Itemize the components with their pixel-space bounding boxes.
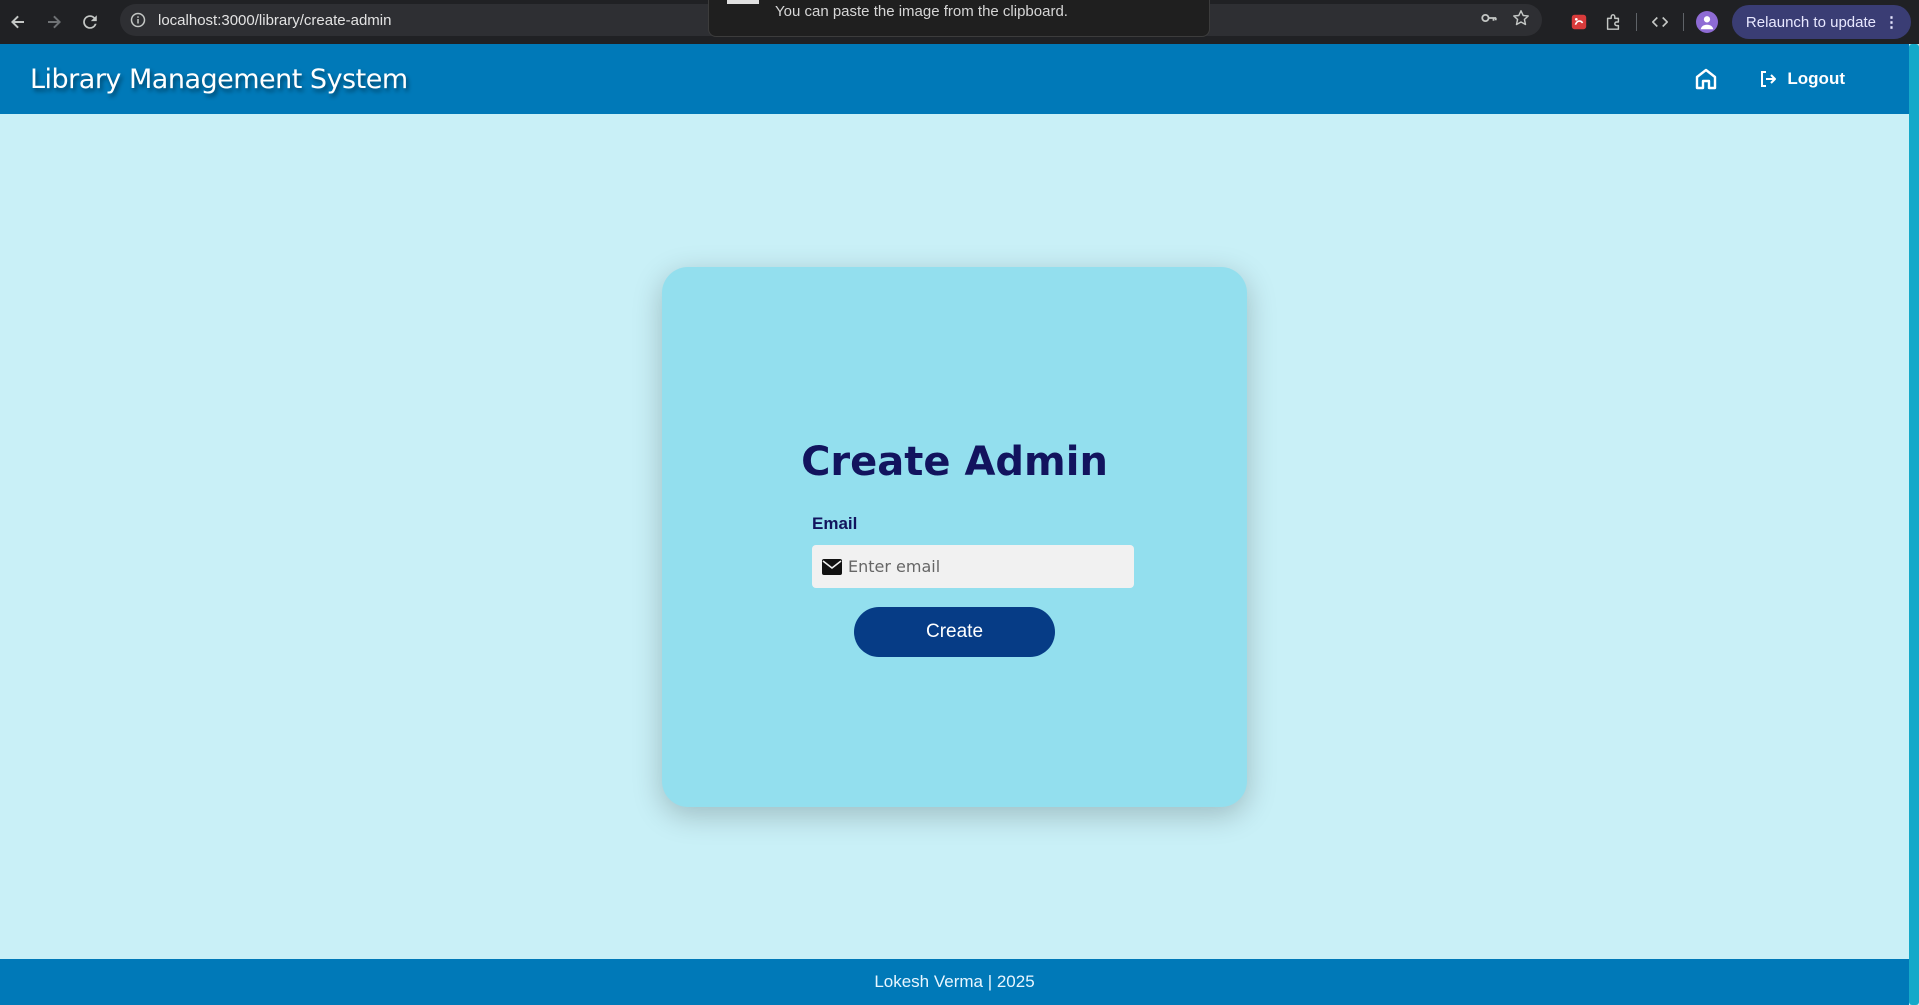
home-icon <box>1696 68 1717 90</box>
toolbar-divider <box>1682 13 1684 31</box>
email-input[interactable] <box>848 557 1118 576</box>
code-icon[interactable] <box>1643 5 1677 39</box>
brand-title[interactable]: Library Management System <box>30 64 408 95</box>
kebab-menu-icon: ⋮ <box>1884 14 1899 31</box>
footer: Lokesh Verma | 2025 <box>0 959 1909 1005</box>
key-icon[interactable] <box>1480 9 1498 31</box>
info-icon[interactable] <box>130 12 146 28</box>
logout-link[interactable]: Logout <box>1759 69 1845 89</box>
relaunch-label: Relaunch to update <box>1745 13 1876 31</box>
toast-message: You can paste the image from the clipboa… <box>775 3 1068 20</box>
footer-text: Lokesh Verma | 2025 <box>874 972 1035 991</box>
reload-icon[interactable] <box>72 4 108 40</box>
logout-label: Logout <box>1787 69 1845 88</box>
url-text[interactable]: localhost:3000/library/create-admin <box>158 12 391 29</box>
clipboard-toast: You can paste the image from the clipboa… <box>708 0 1210 37</box>
app-header: Library Management System Logout <box>0 44 1909 114</box>
header-nav: Logout <box>1693 44 1845 114</box>
create-admin-card: Create Admin Email Create <box>662 267 1247 807</box>
page-title: Create Admin <box>801 439 1108 485</box>
puzzle-icon[interactable] <box>1596 5 1630 39</box>
profile-icon[interactable] <box>1690 5 1724 39</box>
relaunch-button[interactable]: Relaunch to update ⋮ <box>1731 5 1911 39</box>
home-link[interactable] <box>1693 66 1719 92</box>
email-label: Email <box>812 514 858 533</box>
logout-icon <box>1761 71 1777 87</box>
back-icon[interactable] <box>0 4 36 40</box>
star-icon[interactable] <box>1512 9 1530 31</box>
email-field[interactable] <box>812 545 1134 588</box>
create-button[interactable]: Create <box>854 607 1055 657</box>
envelope-icon <box>822 558 842 575</box>
forward-icon[interactable] <box>36 4 72 40</box>
extension-icon[interactable] <box>1562 5 1596 39</box>
toast-thumbnail <box>727 0 759 4</box>
toolbar-divider <box>1635 13 1637 31</box>
page-scrollbar[interactable] <box>1909 44 1919 1005</box>
